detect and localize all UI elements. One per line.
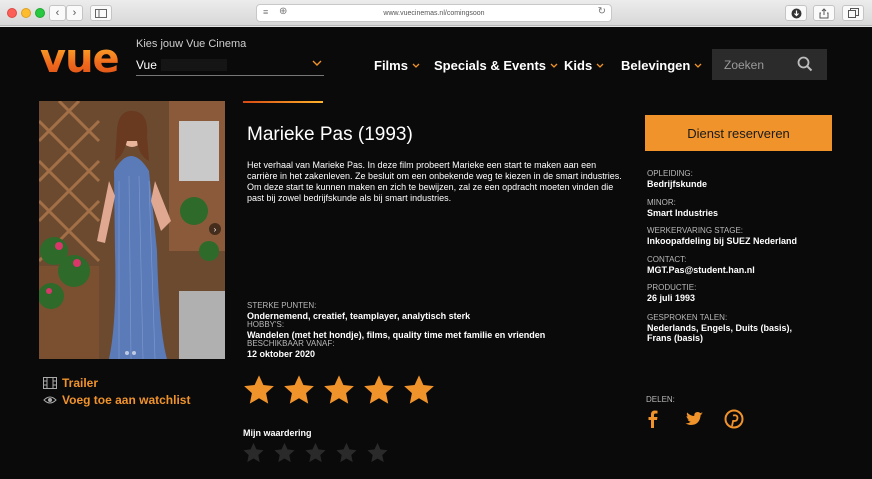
chevron-right-icon: ›: [72, 7, 77, 19]
internship-value: Inkoopafdeling bij SUEZ Nederland: [647, 236, 798, 246]
chevron-down-icon: [312, 58, 322, 69]
education-value: Bedrijfskunde: [647, 179, 708, 189]
nav-label: Kids: [564, 58, 593, 73]
nav-kids[interactable]: Kids: [564, 58, 604, 73]
chevron-down-icon: [550, 61, 558, 70]
search-input[interactable]: Zoeken: [712, 49, 827, 80]
languages-value: Nederlands, Engels, Duits (basis),: [647, 323, 793, 333]
nav-films[interactable]: Films: [374, 58, 420, 73]
minimize-window-button[interactable]: [21, 8, 31, 18]
address-bar[interactable]: ≡ ⊕ www.vuecinemas.nl/comingsoon ↻: [256, 4, 612, 22]
photo-illustration: [39, 101, 225, 359]
trailer-link[interactable]: Trailer: [43, 376, 98, 390]
minor-value: Smart Industries: [647, 208, 719, 218]
cinema-selector-label: Kies jouw Vue Cinema: [136, 38, 247, 50]
watchlist-label: Voeg toe aan watchlist: [62, 393, 191, 407]
share-label: DELEN:: [646, 395, 675, 404]
star-outline-icon[interactable]: [273, 441, 296, 464]
star-outline-icon[interactable]: [242, 441, 265, 464]
internship-label: WERKERVARING STAGE:: [647, 226, 744, 235]
vue-logo[interactable]: vue: [40, 37, 120, 81]
url-text: www.vuecinemas.nl/comingsoon: [383, 9, 485, 17]
facebook-icon[interactable]: [643, 409, 663, 429]
reserve-service-button[interactable]: Dienst reserveren: [645, 115, 832, 151]
browser-toolbar: ‹ › ≡ ⊕ www.vuecinemas.nl/comingsoon ↻: [0, 0, 872, 26]
nav-label: Films: [374, 58, 408, 73]
nav-label: Belevingen: [621, 58, 691, 73]
strengths-label: STERKE PUNTEN:: [247, 301, 317, 310]
minor-label: MINOR:: [647, 198, 676, 207]
nav-belevingen[interactable]: Belevingen: [621, 58, 702, 73]
sidebar-icon: [95, 8, 107, 18]
chevron-left-icon: ‹: [55, 7, 60, 19]
languages-value-continued: Frans (basis): [647, 333, 704, 343]
maximize-window-button[interactable]: [35, 8, 45, 18]
search-icon[interactable]: [797, 56, 813, 72]
page: vue Kies jouw Vue Cinema Vue Films Speci…: [0, 27, 872, 479]
chevron-down-icon: [694, 61, 702, 70]
languages-label: GESPROKEN TALEN:: [647, 313, 728, 322]
page-title: Marieke Pas (1993): [247, 124, 413, 145]
star-icon: [364, 375, 394, 404]
contact-value[interactable]: MGT.Pas@student.han.nl: [647, 265, 755, 275]
my-rating-stars[interactable]: [242, 441, 389, 464]
pinterest-icon[interactable]: [724, 409, 744, 429]
star-icon: [324, 375, 354, 404]
education-label: OPLEIDING:: [647, 169, 693, 178]
carousel-next-icon[interactable]: ›: [209, 223, 221, 235]
nav-specials-events[interactable]: Specials & Events: [434, 58, 558, 73]
share-button[interactable]: [813, 5, 835, 21]
contact-label: CONTACT:: [647, 255, 687, 264]
nav-label: Specials & Events: [434, 58, 546, 73]
available-from-value: 12 oktober 2020: [247, 349, 316, 359]
carousel-indicator[interactable]: [125, 351, 136, 355]
rating-stars: [242, 373, 436, 406]
downloads-button[interactable]: [785, 5, 807, 21]
synopsis-text: Het verhaal van Marieke Pas. In deze fil…: [247, 160, 622, 203]
star-outline-icon[interactable]: [335, 441, 358, 464]
star-icon: [244, 375, 274, 404]
reload-icon[interactable]: ↻: [598, 6, 606, 17]
my-rating-label: Mijn waardering: [243, 428, 312, 438]
forward-button[interactable]: ›: [66, 5, 83, 21]
reader-icon[interactable]: ≡: [263, 7, 268, 17]
production-label: PRODUCTIE:: [647, 283, 697, 292]
watchlist-link[interactable]: Voeg toe aan watchlist: [43, 393, 190, 407]
cinema-selected-value: Vue: [136, 57, 157, 72]
tabs-icon: [847, 8, 859, 18]
share-icon: [819, 7, 829, 18]
title-accent-line: [243, 101, 323, 103]
star-icon: [404, 375, 434, 404]
star-icon: [284, 375, 314, 404]
star-outline-icon[interactable]: [366, 441, 389, 464]
star-outline-icon[interactable]: [304, 441, 327, 464]
chevron-down-icon: [596, 61, 604, 70]
back-button[interactable]: ‹: [49, 5, 66, 21]
close-window-button[interactable]: [7, 8, 17, 18]
film-icon: [43, 377, 57, 389]
trailer-label: Trailer: [62, 376, 99, 390]
hobbies-label: HOBBY'S:: [247, 320, 285, 329]
cinema-selector[interactable]: Vue: [136, 54, 324, 76]
extension-icon[interactable]: ⊕: [279, 6, 287, 17]
search-placeholder: Zoeken: [724, 57, 765, 72]
download-icon: [791, 8, 801, 18]
sidebar-toggle-button[interactable]: [90, 5, 112, 21]
redacted-area: [160, 58, 227, 71]
twitter-icon[interactable]: [684, 409, 704, 429]
profile-photo: ›: [39, 101, 225, 359]
tabs-button[interactable]: [842, 5, 864, 21]
chevron-down-icon: [412, 61, 420, 70]
available-from-label: BESCHIKBAAR VANAF:: [247, 339, 335, 348]
production-value: 26 juli 1993: [647, 293, 696, 303]
eye-icon: [43, 396, 57, 404]
